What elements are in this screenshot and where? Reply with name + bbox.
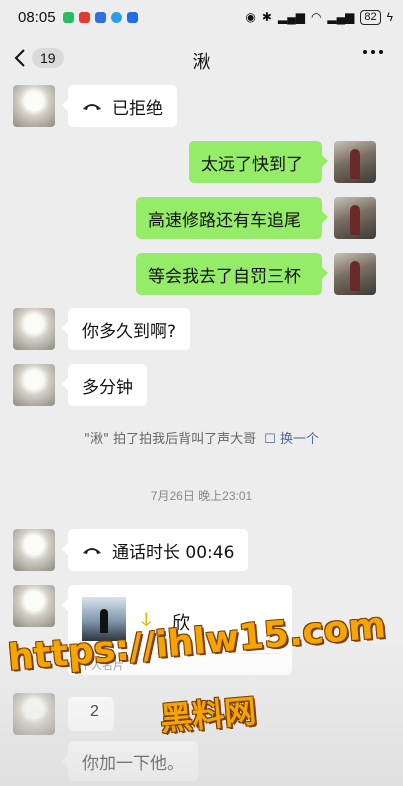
divider xyxy=(80,653,280,654)
message-bubble[interactable]: 通话时长 00:46 xyxy=(61,529,249,571)
message-bubble[interactable]: 2 xyxy=(68,697,114,731)
phone-hangup-icon xyxy=(83,104,101,110)
pat-text: "湫" 拍了拍我后背叫了声大哥 xyxy=(84,432,257,447)
battery-indicator: 82 xyxy=(360,9,381,25)
card-avatar xyxy=(82,597,126,641)
status-bar: 08:05 ◉ ✱ ▂▄▆ ◠ ▂▄▆ 82 ϟ xyxy=(0,0,403,34)
my-avatar[interactable] xyxy=(334,197,376,239)
edit-icon: ☐ xyxy=(264,432,280,447)
app-blue2-icon xyxy=(126,11,138,23)
message-text: 你加一下他。 xyxy=(82,753,184,774)
message-text: 通话时长 00:46 xyxy=(112,542,235,563)
wifi-icon: ◠ xyxy=(310,10,322,24)
contact-avatar[interactable] xyxy=(13,529,55,571)
pat-change-link[interactable]: ☐ 换一个 xyxy=(264,432,319,447)
card-name: 欣 xyxy=(172,613,190,634)
message-text: 高速修路还有车追尾 xyxy=(148,210,301,231)
message-bubble[interactable]: 已拒绝 xyxy=(62,85,177,127)
my-avatar[interactable] xyxy=(334,253,376,295)
contact-avatar[interactable] xyxy=(13,308,55,350)
bluetooth-icon: ✱ xyxy=(261,10,272,24)
message-bubble[interactable]: 你多久到啊? xyxy=(61,308,191,350)
app-cyan-icon xyxy=(110,11,122,23)
message-text: 已拒绝 xyxy=(112,98,163,119)
chat-title: 湫 xyxy=(192,52,211,73)
my-avatar[interactable] xyxy=(334,141,376,183)
signal-icon: ▂▄▆ xyxy=(277,10,305,24)
app-blue-icon xyxy=(94,11,106,23)
contact-avatar[interactable] xyxy=(13,585,55,627)
wechat-icon xyxy=(62,11,74,23)
message-bubble[interactable]: 高速修路还有车追尾 xyxy=(136,197,328,239)
phone-hangup-icon xyxy=(83,548,101,554)
decorative-icon: ↆ xyxy=(141,607,152,631)
contact-avatar[interactable] xyxy=(13,693,55,735)
contact-card[interactable]: ↆ 欣 个人名片 xyxy=(62,585,292,675)
app-red-icon xyxy=(78,11,90,23)
pat-notice: "湫" 拍了拍我后背叫了声大哥 ☐ 换一个 xyxy=(0,428,403,447)
contact-avatar[interactable] xyxy=(13,85,55,127)
contact-avatar[interactable] xyxy=(13,364,55,406)
dot-icon xyxy=(363,50,367,54)
signal-icon-2: ▂▄▆ xyxy=(327,10,355,24)
message-text: 等会我去了自罚三杯 xyxy=(148,266,301,287)
pat-change-label: 换一个 xyxy=(279,432,319,447)
dot-icon xyxy=(379,50,383,54)
message-text: 你多久到啊? xyxy=(82,321,177,342)
more-options-button[interactable] xyxy=(363,50,383,54)
message-bubble[interactable]: 你加一下他。 xyxy=(62,741,198,781)
message-text: 太远了快到了 xyxy=(201,154,303,175)
watermark-text: 黑料网 xyxy=(158,691,258,739)
message-text: 多分钟 xyxy=(82,377,133,398)
timestamp: 7月26日 晚上23:01 xyxy=(150,489,253,503)
message-bubble[interactable]: 太远了快到了 xyxy=(189,141,328,183)
eye-icon: ◉ xyxy=(245,10,256,24)
card-label: 个人名片 xyxy=(80,659,124,672)
charging-icon: ϟ xyxy=(386,10,393,24)
dot-icon xyxy=(371,50,375,54)
message-bubble[interactable]: 等会我去了自罚三杯 xyxy=(136,253,328,295)
status-time: 08:05 xyxy=(18,8,56,26)
message-bubble[interactable]: 多分钟 xyxy=(62,364,147,406)
chat-header: 19 湫 xyxy=(0,34,403,86)
